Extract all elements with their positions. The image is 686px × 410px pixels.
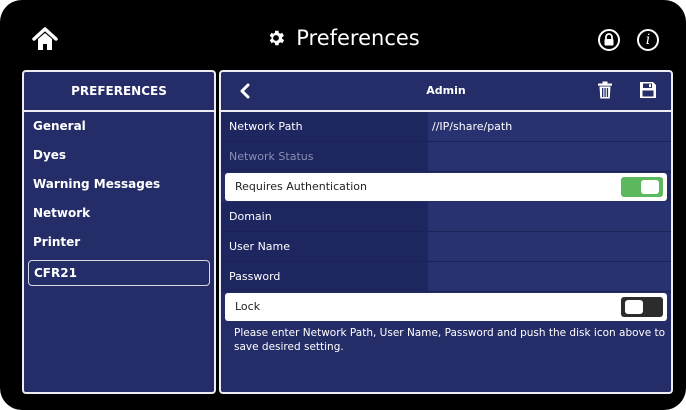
network-status-row: Network Status (221, 142, 671, 172)
domain-field[interactable] (428, 202, 671, 231)
password-label: Password (221, 262, 428, 291)
sidebar-item-cfr21[interactable]: CFR21 (28, 260, 210, 286)
panel-header: Admin (221, 72, 671, 112)
user-name-row: User Name (221, 232, 671, 262)
instruction-text: Please enter Network Path, User Name, Pa… (234, 327, 666, 353)
password-field[interactable] (428, 262, 671, 291)
user-name-field[interactable] (428, 232, 671, 261)
home-button[interactable] (31, 26, 59, 52)
preferences-sidebar: PREFERENCES General Dyes Warning Message… (22, 70, 216, 394)
lock-button[interactable] (598, 29, 620, 51)
sidebar-item-dyes[interactable]: Dyes (24, 141, 214, 170)
toggle-knob (641, 180, 659, 194)
sidebar-item-general[interactable]: General (24, 112, 214, 141)
page-title-text: Preferences (296, 26, 420, 50)
top-bar: Preferences i (7, 6, 679, 70)
requires-authentication-label: Requires Authentication (235, 180, 367, 193)
sidebar-item-printer[interactable]: Printer (24, 228, 214, 257)
page-title: Preferences (7, 6, 679, 70)
info-icon: i (645, 32, 651, 48)
network-path-label: Network Path (221, 112, 428, 141)
password-row: Password (221, 262, 671, 292)
disk-icon (640, 82, 656, 98)
network-path-row: Network Path //IP/share/path (221, 112, 671, 142)
home-icon (32, 27, 58, 50)
domain-label: Domain (221, 202, 428, 231)
sidebar-item-network[interactable]: Network (24, 199, 214, 228)
network-path-field[interactable]: //IP/share/path (428, 112, 671, 141)
screen: Preferences i PREFERENCES General Dyes W… (7, 6, 679, 404)
network-status-value (428, 142, 671, 171)
network-status-label: Network Status (221, 142, 428, 171)
lock-toggle[interactable] (621, 297, 663, 317)
device-frame: Preferences i PREFERENCES General Dyes W… (0, 0, 686, 410)
save-button[interactable] (639, 81, 657, 99)
domain-row: Domain (221, 202, 671, 232)
requires-authentication-toggle[interactable] (621, 177, 663, 197)
info-button[interactable]: i (637, 29, 659, 51)
gear-icon (269, 30, 285, 46)
trash-icon (598, 81, 612, 99)
sidebar-item-warning-messages[interactable]: Warning Messages (24, 170, 214, 199)
toggle-knob (625, 300, 643, 314)
lock-icon (604, 33, 614, 46)
admin-panel: Admin Network Path //IP/share/path Netwo… (219, 70, 673, 394)
requires-authentication-row: Requires Authentication (225, 173, 667, 201)
lock-label: Lock (235, 300, 261, 313)
delete-button[interactable] (597, 81, 613, 99)
sidebar-title: PREFERENCES (24, 72, 214, 112)
user-name-label: User Name (221, 232, 428, 261)
lock-row: Lock (225, 293, 667, 321)
